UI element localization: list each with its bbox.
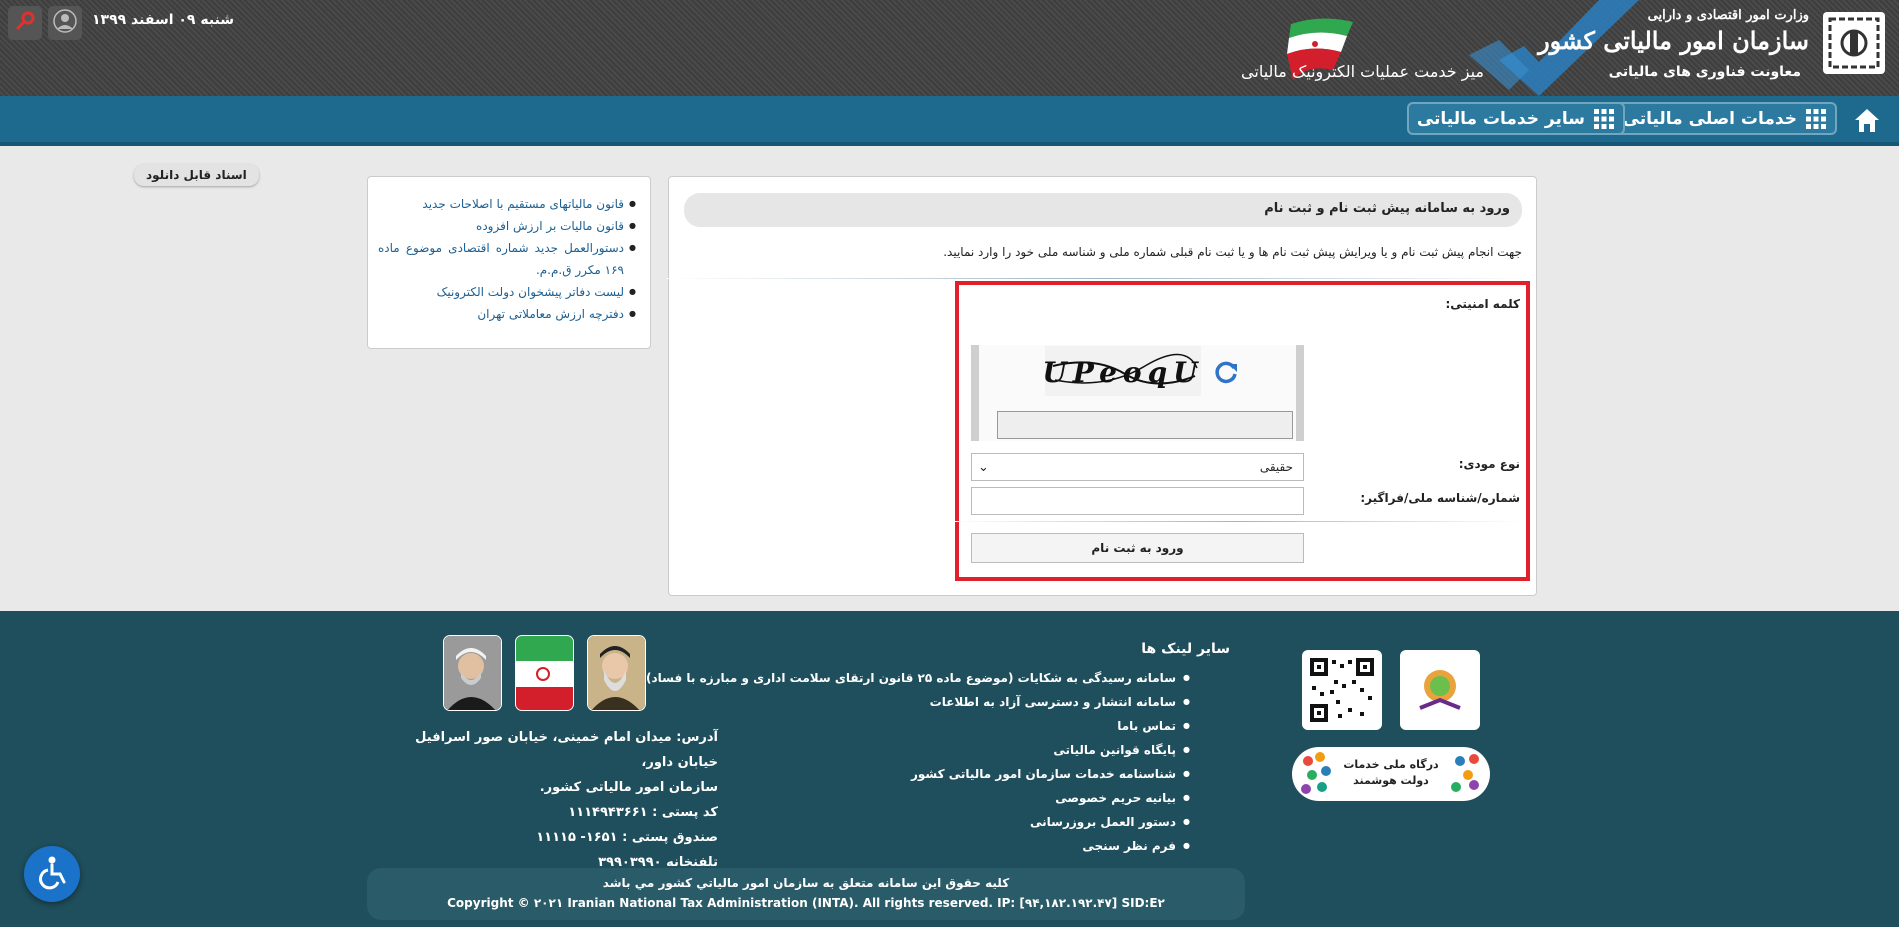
grid-icon [1593,108,1615,130]
panel-description: جهت انجام پیش ثبت نام و یا ویرایش پیش ثب… [943,245,1522,259]
portraits-group [443,635,646,713]
footer-link[interactable]: تماس باما [710,714,1190,738]
divider [667,278,1536,279]
downloads-panel: قانون مالیاتهای مستقیم با اصلاحات جدید ق… [367,176,651,349]
national-id-input[interactable] [971,487,1304,515]
footer-link[interactable]: شناسنامه خدمات سازمان امور مالیاتی کشور [710,762,1190,786]
national-id-label: شماره/شناسه ملی/فراگیر: [1360,491,1520,505]
footer-link[interactable]: سامانه رسیدگی به شکایات (موضوع ماده ۲۵ ق… [646,666,1190,690]
user-icon [53,9,77,37]
grid-icon [1805,108,1827,130]
captcha-input[interactable] [997,411,1293,439]
footer-link[interactable]: دستور العمل بروزرسانی [710,810,1190,834]
po-box: صندوق پستی : ۱۶۵۱- ۱۱۱۱۵ [536,830,718,845]
tab-label: سایر خدمات مالیاتی [1416,108,1585,129]
panel-title: ورود به سامانه پیش ثبت نام و ثبت نام [1264,201,1510,216]
download-link[interactable]: دفترچه ارزش معاملاتی تهران [378,303,636,325]
qr-code-icon[interactable] [1302,650,1382,730]
smart-government-banner[interactable]: درگاه ملی خدمات دولت هوشمند [1292,747,1490,801]
copyright-bar: کلیه حقوق این سامانه متعلق به سازمان امو… [367,868,1245,920]
iran-flag-icon [515,635,574,711]
downloads-list: قانون مالیاتهای مستقیم با اصلاحات جدید ق… [378,193,636,325]
download-link[interactable]: دستورالعمل جدید شماره اقتصادی موضوع ماده… [378,237,636,281]
tab-other-tax-services[interactable]: سایر خدمات مالیاتی [1406,102,1625,135]
postal-code: کد پستی : ۱۱۱۴۹۴۳۶۶۱ [568,805,718,820]
captcha-widget: UPeoqU [971,345,1304,441]
login-panel: ورود به سامانه پیش ثبت نام و ثبت نام جهت… [667,176,1537,596]
address-line: آدرس: میدان امام خمینی، خیابان صور اسراف… [415,730,718,770]
org-name[interactable]: سازمان امور مالیاتی کشور [1538,26,1809,55]
download-link[interactable]: قانون مالیاتهای مستقیم با اصلاحات جدید [378,193,636,215]
submit-button[interactable]: ورود به ثبت نام [971,533,1304,563]
refresh-icon[interactable] [1213,359,1239,385]
links-title: سایر لینک ها [1141,641,1230,657]
footer-link[interactable]: بیانیه حریم خصوصی [710,786,1190,810]
address-line: سازمان امور مالیاتی کشور. [539,780,718,795]
taxpayer-type-select[interactable]: حقیقی ⌄ [971,453,1304,481]
footer-link[interactable]: فرم نظر سنجی [710,834,1190,858]
partner-logo-icon[interactable] [1400,650,1480,730]
copyright-en: Copyright © ۲۰۲۱ Iranian National Tax Ad… [447,896,1165,910]
selected-value: حقیقی [1259,460,1293,474]
current-date: شنبه ۰۹ اسفند ۱۳۹۹ [92,12,235,28]
divider [949,521,1524,522]
panel-title-bar: ورود به سامانه پیش ثبت نام و ثبت نام [684,193,1522,227]
copyright-fa: کلیه حقوق این سامانه متعلق به سازمان امو… [602,876,1010,890]
ministry-name: وزارت امور اقتصادی و دارایی [1647,8,1809,23]
download-link[interactable]: قانون مالیات بر ارزش افزوده [378,215,636,237]
taxpayer-type-label: نوع مودی: [1458,457,1520,471]
service-desk-title: میز خدمت عملیات الکترونیک مالیاتی [1241,62,1484,81]
footer-links: سامانه رسیدگی به شکایات (موضوع ماده ۲۵ ق… [646,666,1190,858]
site-header: وزارت امور اقتصادی و دارایی سازمان امور … [0,0,1899,96]
home-icon[interactable] [1851,104,1883,136]
download-link[interactable]: لیست دفاتر پیشخوان دولت الکترونیک [378,281,636,303]
captcha-image: UPeoqU [1042,346,1204,396]
accessibility-button[interactable] [24,846,80,902]
president-portrait [443,635,502,711]
contact-address: آدرس: میدان امام خمینی، خیابان صور اسراف… [378,725,718,875]
captcha-label: کلمه امنیتی: [1445,297,1520,311]
inta-logo-icon[interactable] [1823,12,1885,74]
login-key-button[interactable] [8,6,42,40]
login-form: کلمه امنیتی: UPeoqU نوع مودی: حقیقی ⌄ شم… [949,281,1530,581]
user-account-button[interactable] [48,6,82,40]
deputy-name: معاونت فناوری های مالیاتی [1608,64,1801,80]
tab-main-tax-services[interactable]: خدمات اصلی مالیاتی [1612,102,1837,135]
downloads-title: اسناد قابل دانلود [134,164,259,186]
footer-link[interactable]: پایگاه قوانین مالیاتی [710,738,1190,762]
smart-gov-label: درگاه ملی خدمات دولت هوشمند [1343,758,1439,787]
site-footer: درگاه ملی خدمات دولت هوشمند سایر لینک ها… [0,611,1899,927]
leader-portrait [587,635,646,711]
footer-link[interactable]: سامانه انتشار و دسترسی آزاد به اطلاعات [710,690,1190,714]
wheelchair-icon [34,854,70,894]
chevron-down-icon: ⌄ [978,460,989,475]
key-icon [14,10,36,36]
tab-label: خدمات اصلی مالیاتی [1622,108,1798,129]
main-navbar: خدمات اصلی مالیاتی سایر خدمات مالیاتی [0,96,1899,146]
